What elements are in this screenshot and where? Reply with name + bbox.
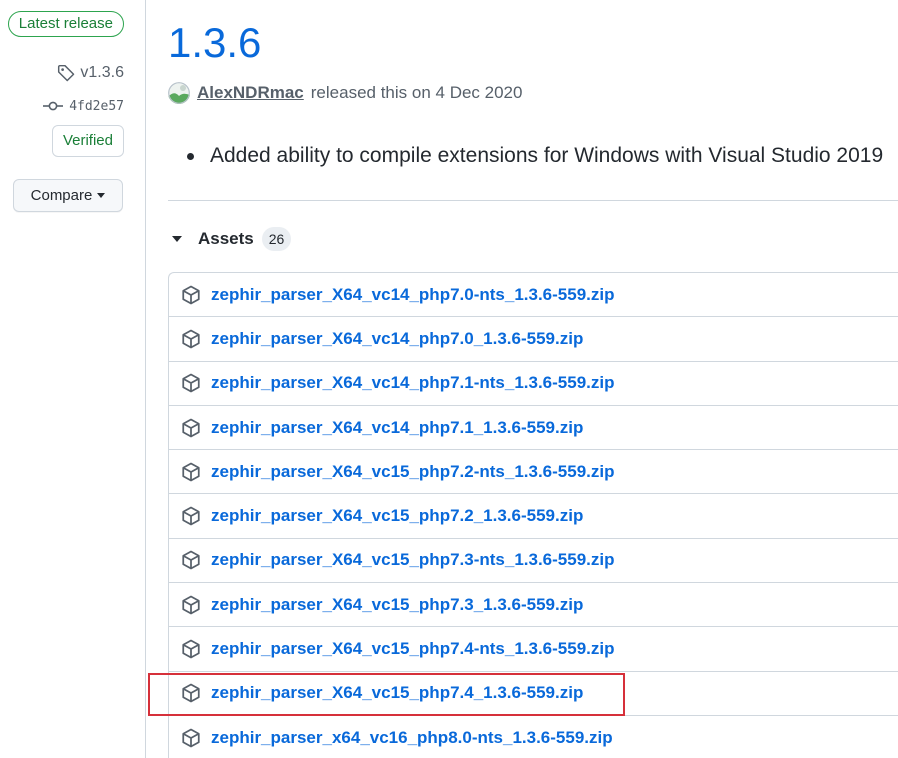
divider <box>168 200 898 201</box>
commit-sha: 4fd2e57 <box>69 98 124 114</box>
asset-link[interactable]: zephir_parser_X64_vc14_php7.1_1.3.6-559.… <box>211 418 583 438</box>
asset-row: zephir_parser_X64_vc14_php7.0_1.3.6-559.… <box>169 317 898 362</box>
asset-link[interactable]: zephir_parser_X64_vc15_php7.4-nts_1.3.6-… <box>211 639 615 659</box>
package-icon <box>182 595 200 615</box>
chevron-down-icon <box>97 193 106 198</box>
release-byline: AlexNDRmac released this on 4 Dec 2020 <box>168 81 522 105</box>
latest-release-badge: Latest release <box>7 11 124 37</box>
assets-count-badge: 26 <box>261 227 292 251</box>
asset-link[interactable]: zephir_parser_X64_vc14_php7.1-nts_1.3.6-… <box>211 373 615 393</box>
asset-row: zephir_parser_X64_vc14_php7.0-nts_1.3.6-… <box>169 273 898 318</box>
package-icon <box>182 728 200 748</box>
asset-link[interactable]: zephir_parser_X64_vc15_php7.2_1.3.6-559.… <box>211 506 583 526</box>
asset-row: zephir_parser_X64_vc15_php7.4-nts_1.3.6-… <box>169 627 898 672</box>
asset-link[interactable]: zephir_parser_X64_vc15_php7.3_1.3.6-559.… <box>211 595 583 615</box>
asset-row: zephir_parser_X64_vc15_php7.4_1.3.6-559.… <box>169 672 898 716</box>
package-icon <box>182 551 200 570</box>
git-commit-icon <box>43 101 64 111</box>
asset-link[interactable]: zephir_parser_X64_vc14_php7.0-nts_1.3.6-… <box>211 285 615 305</box>
asset-list: zephir_parser_X64_vc14_php7.0-nts_1.3.6-… <box>168 272 898 758</box>
tag-icon <box>58 64 75 82</box>
asset-link[interactable]: zephir_parser_X64_vc15_php7.4_1.3.6-559.… <box>211 683 583 703</box>
package-icon <box>182 329 200 349</box>
avatar-image-icon <box>168 82 190 104</box>
avatar[interactable] <box>168 82 190 104</box>
package-icon <box>182 683 200 703</box>
triangle-down-icon <box>172 236 182 242</box>
compare-button[interactable]: Compare <box>13 179 123 212</box>
asset-row: zephir_parser_X64_vc15_php7.2_1.3.6-559.… <box>169 494 898 539</box>
release-title[interactable]: 1.3.6 <box>168 18 261 68</box>
asset-row: zephir_parser_X64_vc14_php7.1-nts_1.3.6-… <box>169 362 898 406</box>
asset-row: zephir_parser_X64_vc14_php7.1_1.3.6-559.… <box>169 406 898 451</box>
verified-badge[interactable]: Verified <box>51 125 124 157</box>
package-icon <box>182 285 200 305</box>
release-sidebar: Latest release v1.3.6 4fd2e57 Verified C… <box>0 0 146 758</box>
asset-row: zephir_parser_X64_vc15_php7.2-nts_1.3.6-… <box>169 450 898 495</box>
release-page: Latest release v1.3.6 4fd2e57 Verified C… <box>0 0 898 758</box>
asset-row: zephir_parser_X64_vc15_php7.3_1.3.6-559.… <box>169 583 898 628</box>
asset-row: zephir_parser_X64_vc15_php7.3-nts_1.3.6-… <box>169 539 898 584</box>
release-notes-item: Added ability to compile extensions for … <box>186 142 883 170</box>
asset-link[interactable]: zephir_parser_X64_vc15_php7.3-nts_1.3.6-… <box>211 550 615 570</box>
package-icon <box>182 506 200 526</box>
released-date-text: released this on 4 Dec 2020 <box>310 83 523 102</box>
package-icon <box>182 418 200 437</box>
asset-row: zephir_parser_x64_vc16_php8.0-nts_1.3.6-… <box>169 716 898 758</box>
tag-link[interactable]: v1.3.6 <box>57 62 124 84</box>
package-icon <box>182 639 200 659</box>
commit-link[interactable]: 4fd2e57 <box>43 95 124 117</box>
tag-name: v1.3.6 <box>80 64 124 81</box>
asset-link[interactable]: zephir_parser_x64_vc16_php8.0-nts_1.3.6-… <box>211 728 613 748</box>
compare-label: Compare <box>30 187 93 204</box>
asset-link[interactable]: zephir_parser_X64_vc14_php7.0_1.3.6-559.… <box>211 329 583 349</box>
assets-toggle[interactable]: Assets 26 <box>172 225 292 253</box>
assets-label: Assets <box>198 229 254 248</box>
asset-link[interactable]: zephir_parser_X64_vc15_php7.2-nts_1.3.6-… <box>211 462 615 482</box>
author-link[interactable]: AlexNDRmac <box>197 83 304 103</box>
release-main: 1.3.6 AlexNDRmac released this on 4 Dec … <box>168 0 898 758</box>
package-icon <box>182 462 200 482</box>
package-icon <box>182 373 200 393</box>
